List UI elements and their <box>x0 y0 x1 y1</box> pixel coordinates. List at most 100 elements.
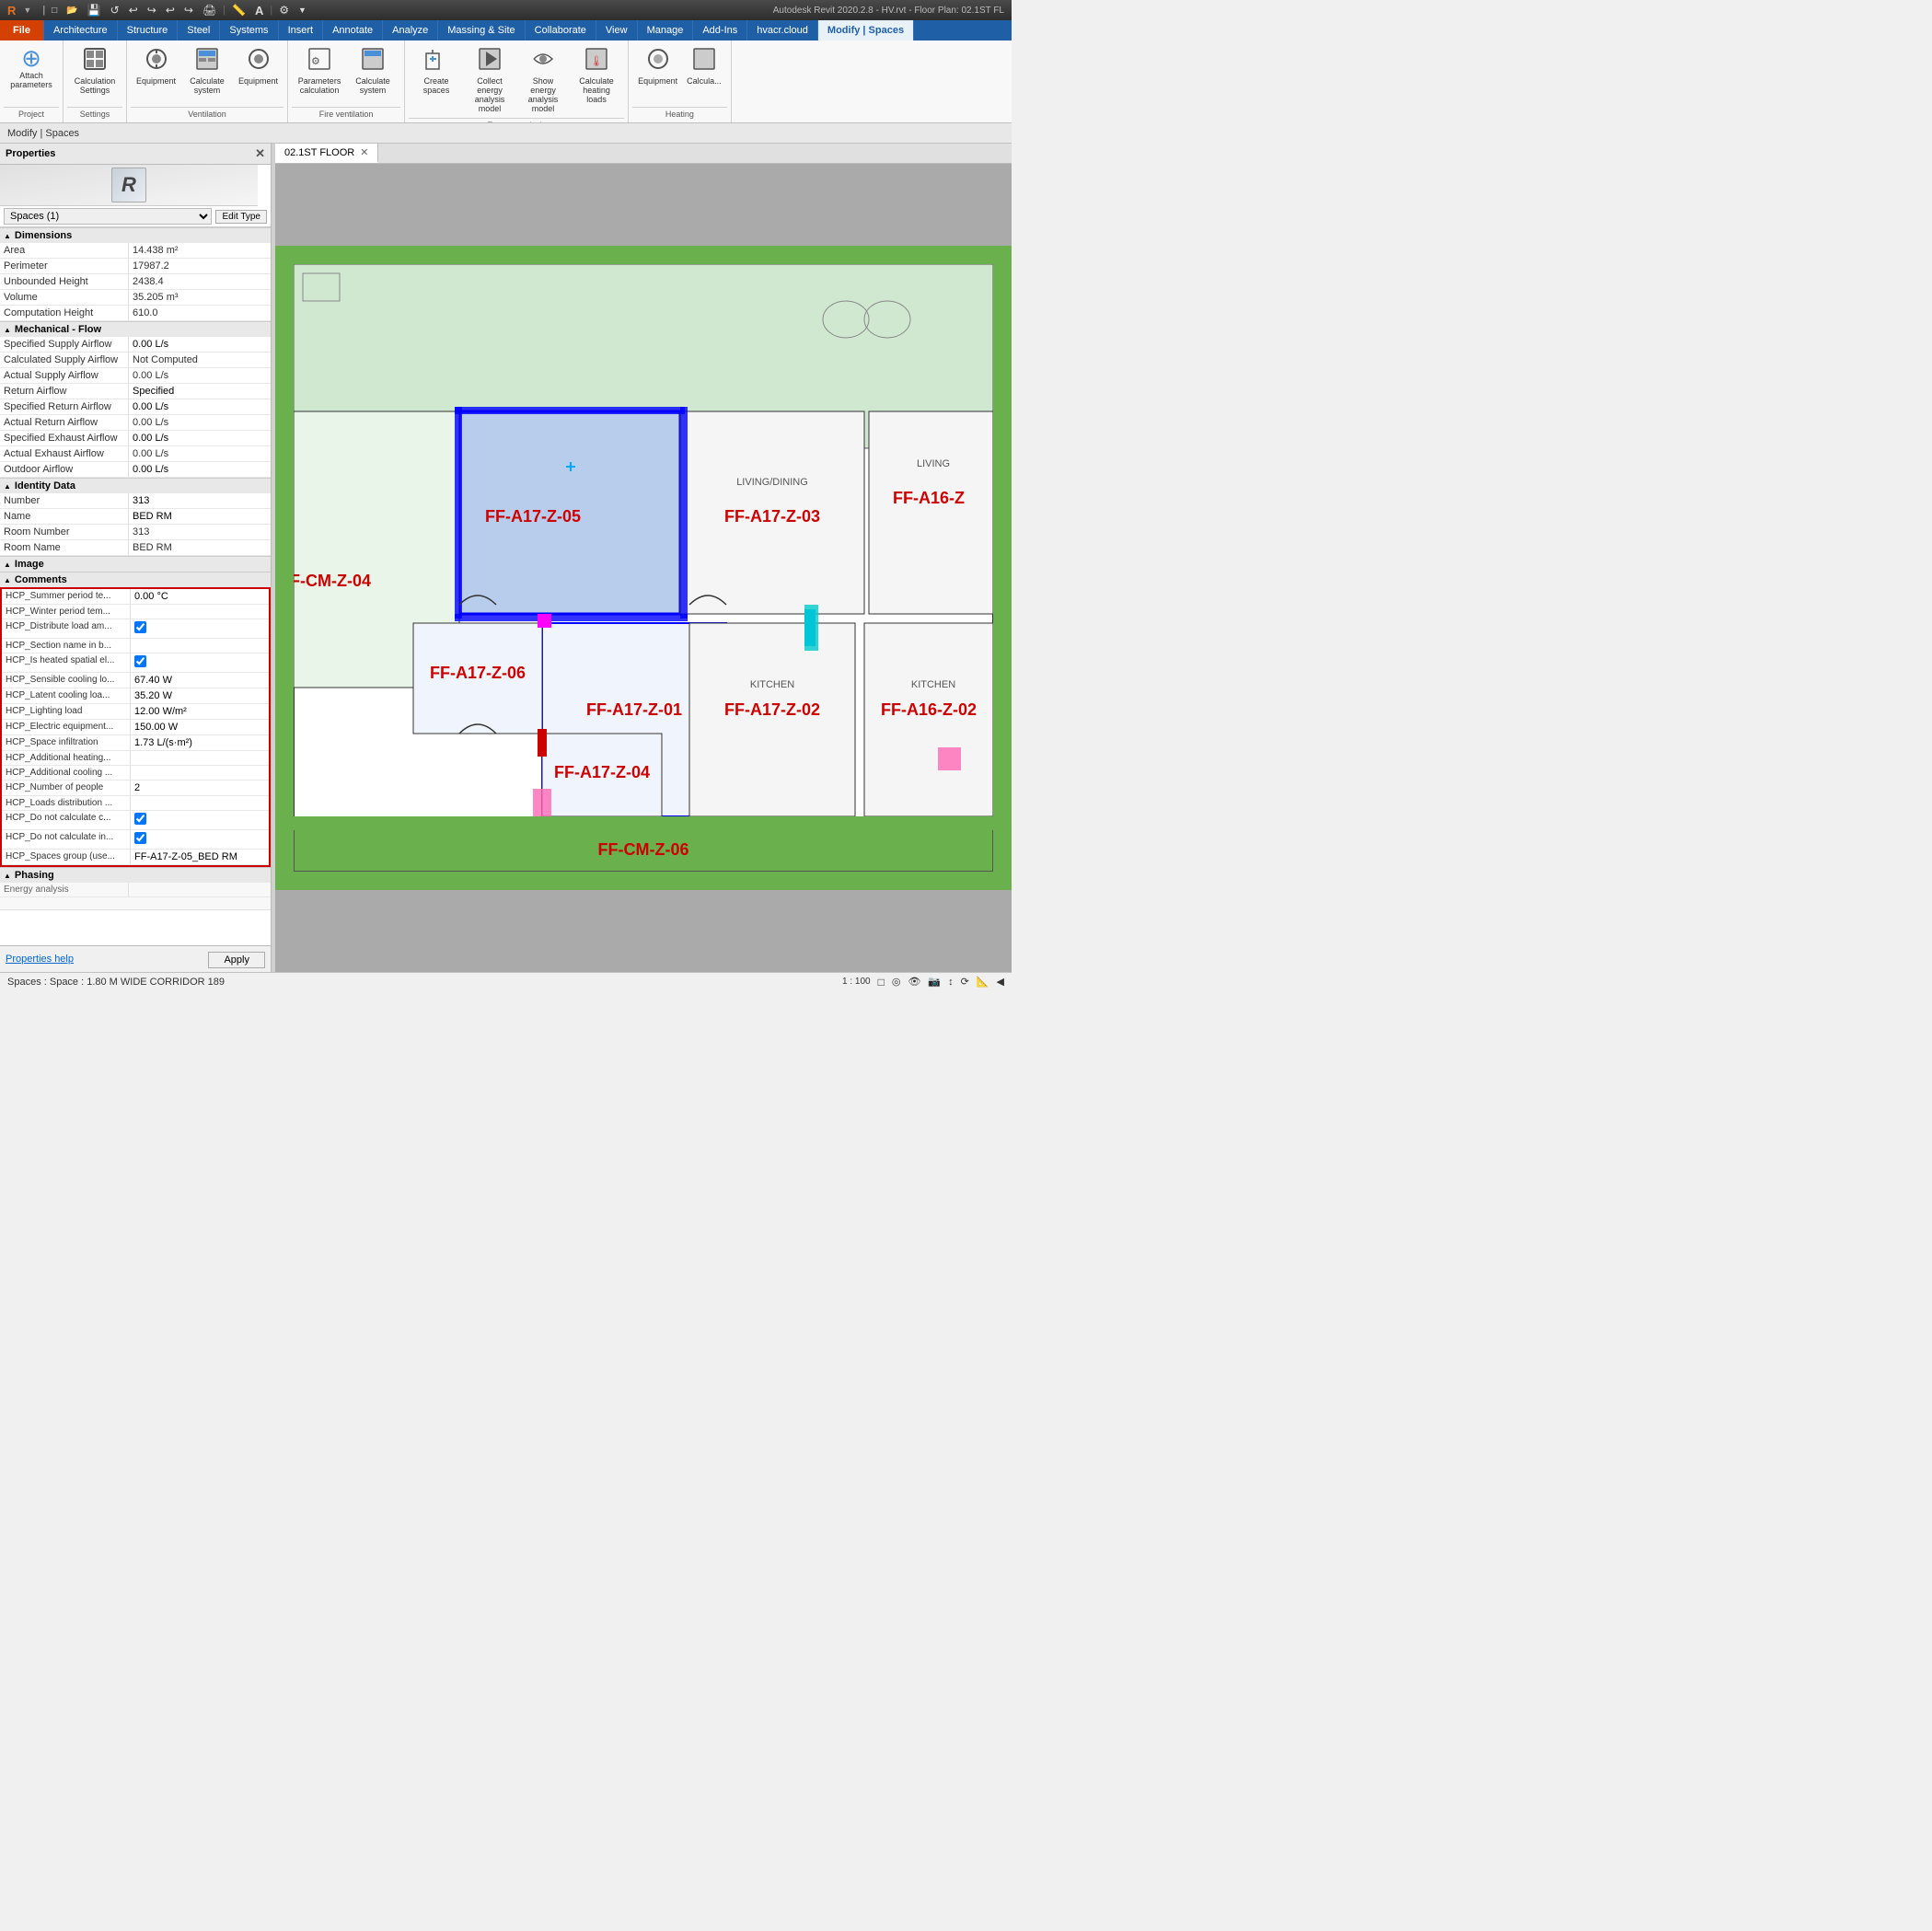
view-cube-icon[interactable]: □ <box>878 976 885 989</box>
prop-name-calculated-supply: Calculated Supply Airflow <box>0 353 129 367</box>
properties-help-link[interactable]: Properties help <box>6 954 74 965</box>
prop-value-outdoor-airflow[interactable]: 0.00 L/s <box>129 462 271 477</box>
tab-massing[interactable]: Massing & Site <box>438 20 525 40</box>
qa-text[interactable]: A <box>252 3 266 18</box>
comments-section-header[interactable]: Comments <box>0 572 271 587</box>
prop-value-hcp-heated[interactable] <box>131 653 269 672</box>
qa-open[interactable]: 📂 <box>64 5 80 17</box>
dimensions-section-header[interactable]: Dimensions <box>0 227 271 243</box>
tab-manage[interactable]: Manage <box>638 20 694 40</box>
prop-value-hcp-infiltration[interactable]: 1.73 L/(s·m²) <box>131 735 269 750</box>
prop-value-specified-return[interactable]: 0.00 L/s <box>129 399 271 414</box>
prop-value-hcp-latent[interactable]: 35.20 W <box>131 688 269 703</box>
view-camera-icon[interactable]: ◎ <box>892 976 901 988</box>
attach-parameters-button[interactable]: ⊕ Attach parameters <box>6 44 57 92</box>
qa-measure[interactable]: 📏 <box>229 3 249 17</box>
prop-name-computation-height: Computation Height <box>0 306 129 320</box>
equipment-ventilation-button[interactable]: Equipment <box>133 44 179 88</box>
svg-text:FF-A17-Z-03: FF-A17-Z-03 <box>724 507 820 526</box>
qa-print[interactable]: 🖨 <box>200 3 219 17</box>
prop-value-return-airflow[interactable]: Specified <box>129 384 271 399</box>
qa-sync[interactable]: ↺ <box>108 3 122 17</box>
detail-level-icon[interactable]: ↕ <box>948 977 954 988</box>
panel-selector: Spaces (1) Edit Type <box>0 206 271 227</box>
apply-button[interactable]: Apply <box>208 952 265 968</box>
prop-row-hcp-infiltration: HCP_Space infiltration 1.73 L/(s·m²) <box>2 735 269 751</box>
equipment-heating-button[interactable]: Equipment <box>634 44 681 88</box>
measure-icon[interactable]: 📐 <box>977 976 989 988</box>
ribbon-group-energy: Create spaces Collect energy analysis mo… <box>405 40 629 122</box>
mechanical-flow-section-header[interactable]: Mechanical - Flow <box>0 321 271 337</box>
prop-value-hcp-sensible[interactable]: 67.40 W <box>131 673 269 688</box>
collect-energy-button[interactable]: Collect energy analysis model <box>464 44 515 116</box>
phasing-section-header[interactable]: Phasing <box>0 867 271 883</box>
prop-value-hcp-summer[interactable]: 0.00 °C <box>131 589 269 604</box>
canvas-tab-floor-plan[interactable]: 02.1ST FLOOR ✕ <box>275 144 378 163</box>
tab-annotate[interactable]: Annotate <box>323 20 383 40</box>
prop-name-hcp-spaces-group: HCP_Spaces group (use... <box>2 850 131 864</box>
qa-settings[interactable]: ⚙ <box>276 3 292 17</box>
image-section-header[interactable]: Image <box>0 556 271 572</box>
tab-systems[interactable]: Systems <box>220 20 278 40</box>
hcp-no-calc-c-checkbox[interactable] <box>134 813 146 825</box>
prop-row-hcp-no-calc-c: HCP_Do not calculate c... <box>2 811 269 830</box>
nav-back-icon[interactable]: ◀ <box>997 976 1004 988</box>
qa-undo[interactable]: ↩ <box>126 3 141 17</box>
prop-value-number[interactable]: 313 <box>129 493 271 508</box>
identity-data-section-header[interactable]: Identity Data <box>0 478 271 493</box>
qa-redo[interactable]: ↪ <box>145 3 159 17</box>
prop-value-hcp-electric[interactable]: 150.00 W <box>131 720 269 734</box>
canvas-content[interactable]: FF-A17-Z-05 F-CM-Z-04 FF-A17-Z-03 FF-A16… <box>275 164 1012 972</box>
tab-architecture[interactable]: Architecture <box>44 20 118 40</box>
qa-undo2[interactable]: ↩ <box>163 3 178 17</box>
edit-type-button[interactable]: Edit Type <box>215 210 267 224</box>
prop-row-unbounded-height: Unbounded Height 2438.4 <box>0 274 271 290</box>
render-icon[interactable]: 📷 <box>928 976 941 988</box>
qa-new[interactable]: □ <box>49 5 60 17</box>
tab-structure[interactable]: Structure <box>118 20 179 40</box>
refresh-icon[interactable]: ⟳ <box>961 976 969 988</box>
tab-insert[interactable]: Insert <box>279 20 324 40</box>
prop-value-hcp-no-calc-c[interactable] <box>131 811 269 829</box>
qa-dropdown[interactable]: ▼ <box>295 5 309 16</box>
hcp-heated-checkbox[interactable] <box>134 655 146 667</box>
hcp-no-calc-in-checkbox[interactable] <box>134 832 146 844</box>
view-shadows-icon[interactable]: 👁 <box>908 976 920 988</box>
calculation-settings-button[interactable]: Calculation Settings <box>69 44 121 98</box>
calc-system-icon <box>194 46 220 75</box>
tab-view[interactable]: View <box>596 20 638 40</box>
prop-row-outdoor-airflow: Outdoor Airflow 0.00 L/s <box>0 462 271 478</box>
hcp-distribute-checkbox[interactable] <box>134 621 146 633</box>
tab-collaborate[interactable]: Collaborate <box>526 20 596 40</box>
parameters-calculation-button[interactable]: ⚙ Parameters calculation <box>294 44 345 98</box>
prop-value-specified-supply[interactable]: 0.00 L/s <box>129 337 271 352</box>
canvas-tab-close[interactable]: ✕ <box>360 146 368 158</box>
calculate-system2-button[interactable]: Calculate system <box>347 44 399 98</box>
prop-value-hcp-lighting[interactable]: 12.00 W/m² <box>131 704 269 719</box>
panel-close-button[interactable]: ✕ <box>255 146 265 161</box>
tab-analyze[interactable]: Analyze <box>383 20 438 40</box>
equipment-vent2-label: Equipment <box>238 77 278 87</box>
tab-addins[interactable]: Add-Ins <box>693 20 747 40</box>
equipment-vent2-button[interactable]: Equipment <box>235 44 282 88</box>
create-spaces-button[interactable]: Create spaces <box>411 44 462 98</box>
prop-value-name[interactable]: BED RM <box>129 509 271 524</box>
tab-file[interactable]: File <box>0 20 44 40</box>
spaces-selector[interactable]: Spaces (1) <box>4 208 212 225</box>
prop-value-specified-exhaust[interactable]: 0.00 L/s <box>129 431 271 445</box>
prop-value-hcp-distribute[interactable] <box>131 619 269 638</box>
prop-value-hcp-people[interactable]: 2 <box>131 780 269 795</box>
calc-heating-button[interactable]: 🌡 Calculate heating loads <box>571 44 622 107</box>
qa-redo2[interactable]: ↪ <box>181 3 196 17</box>
prop-value-hcp-spaces-group[interactable]: FF-A17-Z-05_BED RM <box>131 850 269 864</box>
tab-hvacr[interactable]: hvacr.cloud <box>747 20 818 40</box>
prop-value-hcp-no-calc-in[interactable] <box>131 830 269 849</box>
prop-row-volume: Volume 35.205 m³ <box>0 290 271 306</box>
show-energy-button[interactable]: Show energy analysis model <box>517 44 569 116</box>
tab-steel[interactable]: Steel <box>178 20 220 40</box>
qa-save[interactable]: 💾 <box>85 3 104 17</box>
calcula-button[interactable]: Calcula... <box>683 44 725 88</box>
tab-modify-spaces[interactable]: Modify | Spaces <box>818 20 914 40</box>
calculate-system-button[interactable]: Calculate system <box>181 44 233 98</box>
prop-value-room-number: 313 <box>129 525 271 539</box>
